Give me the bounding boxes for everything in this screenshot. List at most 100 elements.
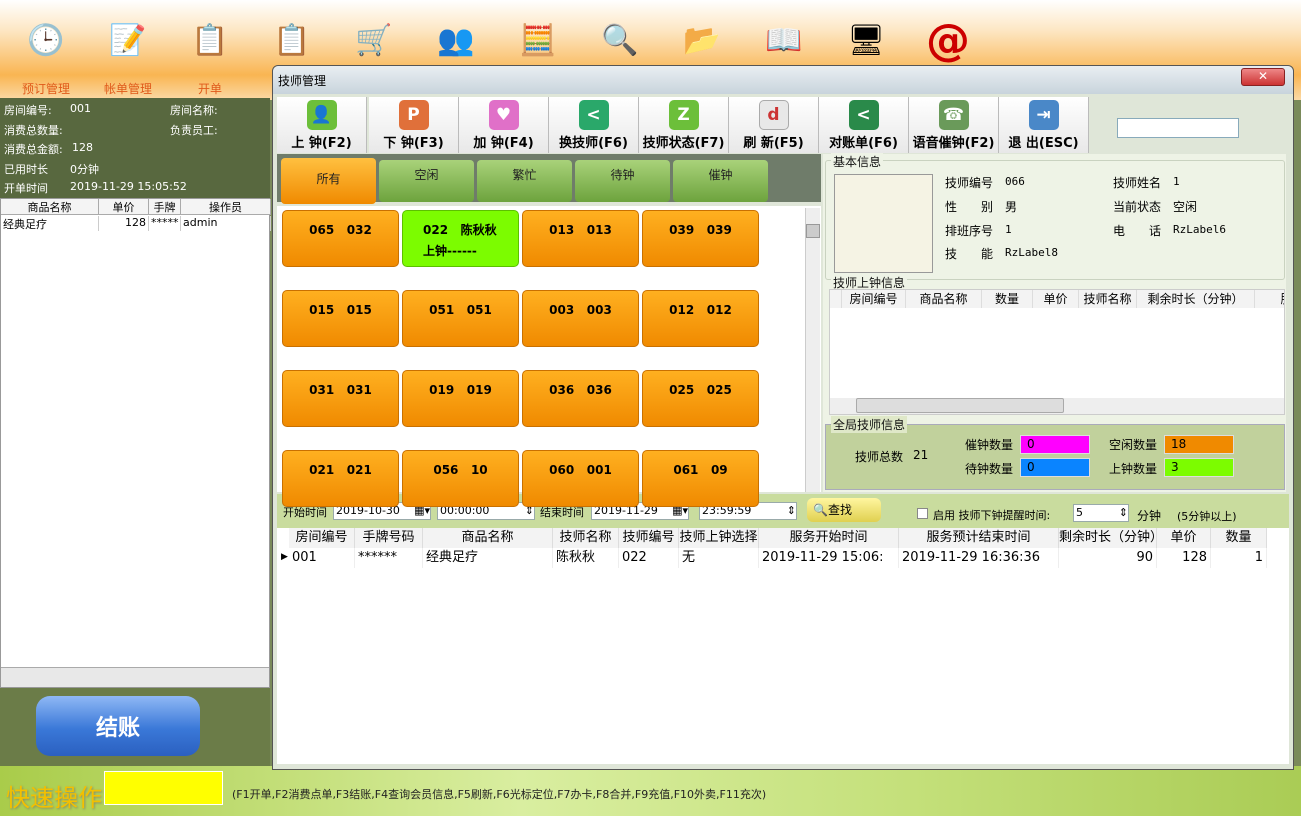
toolbar-button[interactable]: < 对账单(F6) [819,97,909,153]
record-cell[interactable]: 经典足疗 [423,548,553,568]
col-header[interactable]: 服务开始时间 [759,528,899,548]
col-header[interactable]: 数量 [982,290,1033,308]
col-header[interactable]: 技师名称 [553,528,619,548]
filter-tab[interactable]: 待钟 [575,160,670,202]
col-header[interactable]: 服务预计结束时间 [899,528,1059,548]
technician-card[interactable]: 015 015 [282,290,399,347]
users-icon[interactable]: 👥 [430,14,482,66]
technician-card[interactable]: 025 025 [642,370,759,427]
remind-checkbox[interactable] [917,508,928,519]
memo-icon[interactable]: 📝 [102,14,154,66]
quick-op-label: 快速操作 [6,784,102,812]
calculator-icon[interactable]: 🧮 [512,14,564,66]
technician-card[interactable]: 061 09 [642,450,759,507]
remind-value: 5 [1076,506,1083,519]
col-header[interactable]: 技师名称 [1079,290,1137,308]
technician-card[interactable]: 019 019 [402,370,519,427]
record-cell[interactable]: 001 [289,548,355,568]
toolbar-button[interactable]: < 换技师(F6) [549,97,639,153]
record-cell[interactable]: 2019-11-29 15:06: [759,548,899,568]
spinner-icon[interactable]: ⇕ [787,503,796,519]
finder-icon[interactable]: 🖥 [840,14,892,66]
book-icon[interactable]: 📖 [758,14,810,66]
toolbar-label[interactable]: 预订管理 [6,80,86,97]
order-items-table: 商品名称 单价 手牌号 操作员 经典足疗 128 ***** admin [0,198,271,688]
search-button[interactable]: 🔍查找 [807,498,881,522]
remind-spinner[interactable]: 5 ⇕ [1073,504,1129,522]
col-header[interactable]: 单价 [1157,528,1211,548]
filter-tab[interactable]: 空闲 [379,160,474,202]
col-header[interactable]: 单价 [1033,290,1079,308]
filter-tab[interactable]: 催钟 [673,160,768,202]
toolbar-button[interactable]: ♥ 加 钟(F4) [459,97,549,153]
col-header[interactable]: 商品名称 [906,290,982,308]
technician-card[interactable]: 031 031 [282,370,399,427]
record-cell[interactable]: ****** [355,548,423,568]
record-cell[interactable]: 陈秋秋 [553,548,619,568]
card-title: 065 032 [309,223,372,237]
col-header[interactable]: 商品名称 [423,528,553,548]
horizontal-scrollbar[interactable] [830,398,1284,414]
technician-card[interactable]: 051 051 [402,290,519,347]
spinner-icon[interactable]: ⇕ [1119,505,1128,521]
share-icon: < [848,100,879,130]
clipboard-icon[interactable]: 📋 [184,14,236,66]
technician-card[interactable]: 012 012 [642,290,759,347]
col-header[interactable]: 剩余时长（分钟） [1137,290,1255,308]
toolbar-label[interactable]: 开单 [170,80,250,97]
cart-icon[interactable]: 🛒 [348,14,400,66]
technician-card[interactable]: 036 036 [522,370,639,427]
record-cell[interactable]: 128 [1157,548,1211,568]
toolbar-button[interactable]: Z 技师状态(F7) [639,97,729,153]
technician-card[interactable]: 003 003 [522,290,639,347]
item-price[interactable]: 128 [99,216,149,231]
col-header[interactable]: 数量 [1211,528,1267,548]
col-header[interactable]: 房间编号 [289,528,355,548]
technician-card[interactable]: 021 021 [282,450,399,507]
col-header[interactable]: 房间编号 [842,290,906,308]
record-cell[interactable]: 90 [1059,548,1157,568]
horizontal-scrollbar[interactable] [1,667,269,687]
record-cell[interactable]: 无 [679,548,759,568]
technician-card[interactable]: 060 001 [522,450,639,507]
wait-count: 0 [1020,458,1090,477]
toolbar-button[interactable]: ☎ 语音催钟(F2) [909,97,999,153]
record-cell[interactable]: 022 [619,548,679,568]
phone-label: 电 话 [1113,224,1162,238]
filter-tab[interactable]: 所有 [281,158,376,204]
technician-card[interactable]: 065 032 [282,210,399,267]
technician-card[interactable]: 039 039 [642,210,759,267]
item-tag[interactable]: ***** [149,216,181,231]
checkout-button[interactable]: 结账 [36,696,200,756]
col-header[interactable]: 剩余时长（分钟） [1059,528,1157,548]
tech-no: 066 [1005,175,1025,188]
search-doc-icon[interactable]: 🔍 [594,14,646,66]
vertical-scrollbar[interactable] [805,208,820,492]
record-cell[interactable]: 1 [1211,548,1267,568]
col-header[interactable]: 服务开始 [1255,290,1284,308]
toolbar-button[interactable]: d 刷 新(F5) [729,97,819,153]
tech-name: 1 [1173,175,1180,188]
technician-card[interactable]: 013 013 [522,210,639,267]
search-input[interactable] [1117,118,1239,138]
item-operator[interactable]: admin [181,216,271,231]
quick-op-input[interactable] [104,771,223,805]
item-name[interactable]: 经典足疗 [1,216,99,231]
technician-card[interactable]: 022 陈秋秋 上钟------ [402,210,519,267]
clock-icon[interactable]: 🕒 [20,14,72,66]
room-name-label: 房间名称: [170,104,218,117]
col-header[interactable]: 技师上钟选择 [679,528,759,548]
toolbar-button[interactable]: 👤 上 钟(F2) [277,97,367,153]
col-header[interactable]: 手牌号码 [355,528,423,548]
toolbar-button[interactable]: P 下 钟(F3) [369,97,459,153]
col-header[interactable]: 技师编号 [619,528,679,548]
record-cell[interactable]: 2019-11-29 16:36:36 [899,548,1059,568]
row-header [830,290,842,308]
clipboard-icon[interactable]: 📋 [266,14,318,66]
toolbar-label[interactable]: 帐单管理 [88,80,168,97]
technician-card[interactable]: 056 10 [402,450,519,507]
folder-icon[interactable]: 📂 [676,14,728,66]
filter-tab[interactable]: 繁忙 [477,160,572,202]
at-icon[interactable]: @ [922,14,974,66]
toolbar-button[interactable]: ⇥ 退 出(ESC) [999,97,1089,153]
